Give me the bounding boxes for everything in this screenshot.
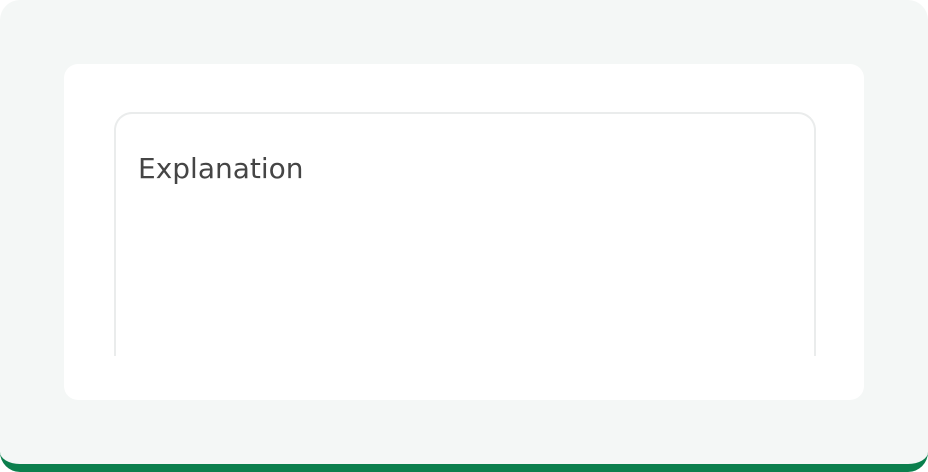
form-panel (64, 64, 864, 400)
explanation-field-container (114, 112, 816, 356)
card-frame (0, 0, 928, 472)
explanation-textarea[interactable] (116, 114, 814, 356)
